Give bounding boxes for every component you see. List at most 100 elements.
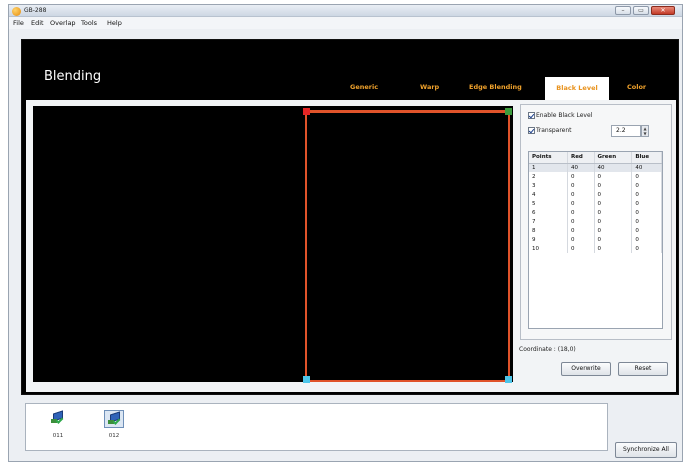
cell-blue[interactable]: 0: [631, 199, 662, 208]
cell-green[interactable]: 0: [594, 190, 633, 199]
black-level-panel: Enable Black Level Transparent 2.2 ▲ ▼ Po…: [26, 100, 676, 392]
title-bar: GB-288 – ▭ ✕: [9, 5, 682, 17]
cell-red[interactable]: 0: [567, 199, 595, 208]
transparent-row[interactable]: Transparent: [528, 127, 572, 134]
corner-handle-bottom-right[interactable]: [505, 376, 512, 383]
table-row[interactable]: 10 0 0 0: [529, 244, 662, 253]
cell-blue[interactable]: 0: [631, 217, 662, 226]
blending-page: Blending Generic Warp Edge Blending Blac…: [21, 39, 679, 395]
overwrite-button[interactable]: Overwrite: [561, 362, 611, 376]
cell-point: 8: [529, 226, 568, 235]
app-window: GB-288 – ▭ ✕ File Edit Overlap Tools Hel…: [8, 4, 683, 462]
blend-preview-canvas[interactable]: [33, 106, 513, 383]
blend-region-outline[interactable]: [305, 110, 510, 382]
table-row[interactable]: 2000: [529, 172, 662, 181]
cell-point: 1: [529, 163, 568, 172]
table-header-row: Points Red Green Blue: [529, 152, 662, 164]
table-row[interactable]: 4000: [529, 190, 662, 199]
cell-green[interactable]: 0: [594, 172, 633, 181]
column-header-red: Red: [567, 152, 595, 164]
tab-color[interactable]: Color: [627, 83, 646, 91]
cell-point: 7: [529, 217, 568, 226]
table-row[interactable]: 7000: [529, 217, 662, 226]
enable-black-level-label: Enable Black Level: [536, 112, 593, 119]
cell-green[interactable]: 0: [594, 235, 633, 244]
cell-blue[interactable]: 0: [631, 190, 662, 199]
tab-black-level[interactable]: Black Level: [545, 77, 609, 100]
cell-blue[interactable]: 0: [631, 235, 662, 244]
projector-label: 011: [52, 433, 64, 439]
window-title: GB-288: [24, 7, 47, 14]
reset-button[interactable]: Reset: [618, 362, 668, 376]
cell-point: 10: [529, 244, 568, 253]
cell-blue[interactable]: 0: [631, 181, 662, 190]
cell-blue[interactable]: 0: [631, 208, 662, 217]
table-row[interactable]: 9000: [529, 235, 662, 244]
cell-green[interactable]: 40: [594, 163, 633, 172]
column-header-green: Green: [594, 152, 633, 164]
table-row[interactable]: 5000: [529, 199, 662, 208]
cell-point: 4: [529, 190, 568, 199]
cell-blue[interactable]: 0: [631, 226, 662, 235]
menu-help[interactable]: Help: [107, 19, 122, 27]
coordinate-readout: Coordinate : (18,0): [519, 346, 576, 353]
menu-file[interactable]: File: [13, 19, 24, 27]
menu-overlap[interactable]: Overlap: [50, 19, 76, 27]
cell-green[interactable]: 0: [594, 217, 633, 226]
maximize-button[interactable]: ▭: [633, 6, 649, 15]
cell-green[interactable]: 0: [594, 199, 633, 208]
transparent-label: Transparent: [536, 127, 572, 134]
corner-handle-top-right[interactable]: [505, 108, 512, 115]
page-title: Blending: [44, 69, 102, 84]
cell-red[interactable]: 0: [567, 235, 595, 244]
cell-point: 9: [529, 235, 568, 244]
transparent-value-input[interactable]: 2.2: [611, 125, 641, 137]
column-header-blue: Blue: [631, 152, 662, 164]
cell-red[interactable]: 0: [567, 226, 595, 235]
cell-red[interactable]: 0: [567, 244, 595, 253]
corner-handle-top-left[interactable]: [303, 108, 310, 115]
cell-blue[interactable]: 0: [631, 172, 662, 181]
transparent-stepper[interactable]: ▲ ▼: [641, 125, 649, 137]
close-button[interactable]: ✕: [651, 6, 675, 15]
cell-point: 3: [529, 181, 568, 190]
table-row[interactable]: 1 40 40 40: [529, 163, 662, 172]
cell-red[interactable]: 40: [567, 163, 595, 172]
points-table[interactable]: Points Red Green Blue 1 40 40 40 2000 3000 …: [528, 151, 663, 329]
minimize-button[interactable]: –: [615, 6, 631, 15]
projector-label: 012: [108, 433, 120, 439]
projector-strip: 011 012: [25, 403, 608, 451]
corner-handle-bottom-left[interactable]: [303, 376, 310, 383]
app-logo-icon: [12, 7, 21, 16]
cell-green[interactable]: 0: [594, 208, 633, 217]
cell-green[interactable]: 0: [594, 226, 633, 235]
menu-tools[interactable]: Tools: [81, 19, 97, 27]
menu-edit[interactable]: Edit: [31, 19, 44, 27]
projector-icon: [48, 410, 68, 428]
cell-red[interactable]: 0: [567, 181, 595, 190]
cell-red[interactable]: 0: [567, 217, 595, 226]
tab-generic[interactable]: Generic: [350, 83, 378, 91]
transparent-checkbox[interactable]: [528, 127, 535, 134]
table-row[interactable]: 6000: [529, 208, 662, 217]
tab-warp[interactable]: Warp: [420, 83, 439, 91]
projector-item-012[interactable]: 012: [104, 410, 124, 439]
cell-red[interactable]: 0: [567, 172, 595, 181]
cell-red[interactable]: 0: [567, 208, 595, 217]
cell-green[interactable]: 0: [594, 181, 633, 190]
cell-point: 5: [529, 199, 568, 208]
synchronize-all-button[interactable]: Synchronize All: [615, 442, 677, 458]
cell-green[interactable]: 0: [594, 244, 633, 253]
projector-icon: [104, 410, 124, 428]
projector-item-011[interactable]: 011: [48, 410, 68, 439]
cell-blue[interactable]: 40: [631, 163, 662, 172]
table-row[interactable]: 8000: [529, 226, 662, 235]
cell-red[interactable]: 0: [567, 190, 595, 199]
tab-edge-blending[interactable]: Edge Blending: [469, 83, 522, 91]
black-level-settings: Enable Black Level Transparent 2.2 ▲ ▼ Po…: [520, 104, 672, 340]
enable-black-level-checkbox[interactable]: [528, 112, 535, 119]
table-row[interactable]: 3000: [529, 181, 662, 190]
enable-black-level-row[interactable]: Enable Black Level: [528, 112, 592, 119]
cell-blue[interactable]: 0: [631, 244, 662, 253]
cell-point: 2: [529, 172, 568, 181]
